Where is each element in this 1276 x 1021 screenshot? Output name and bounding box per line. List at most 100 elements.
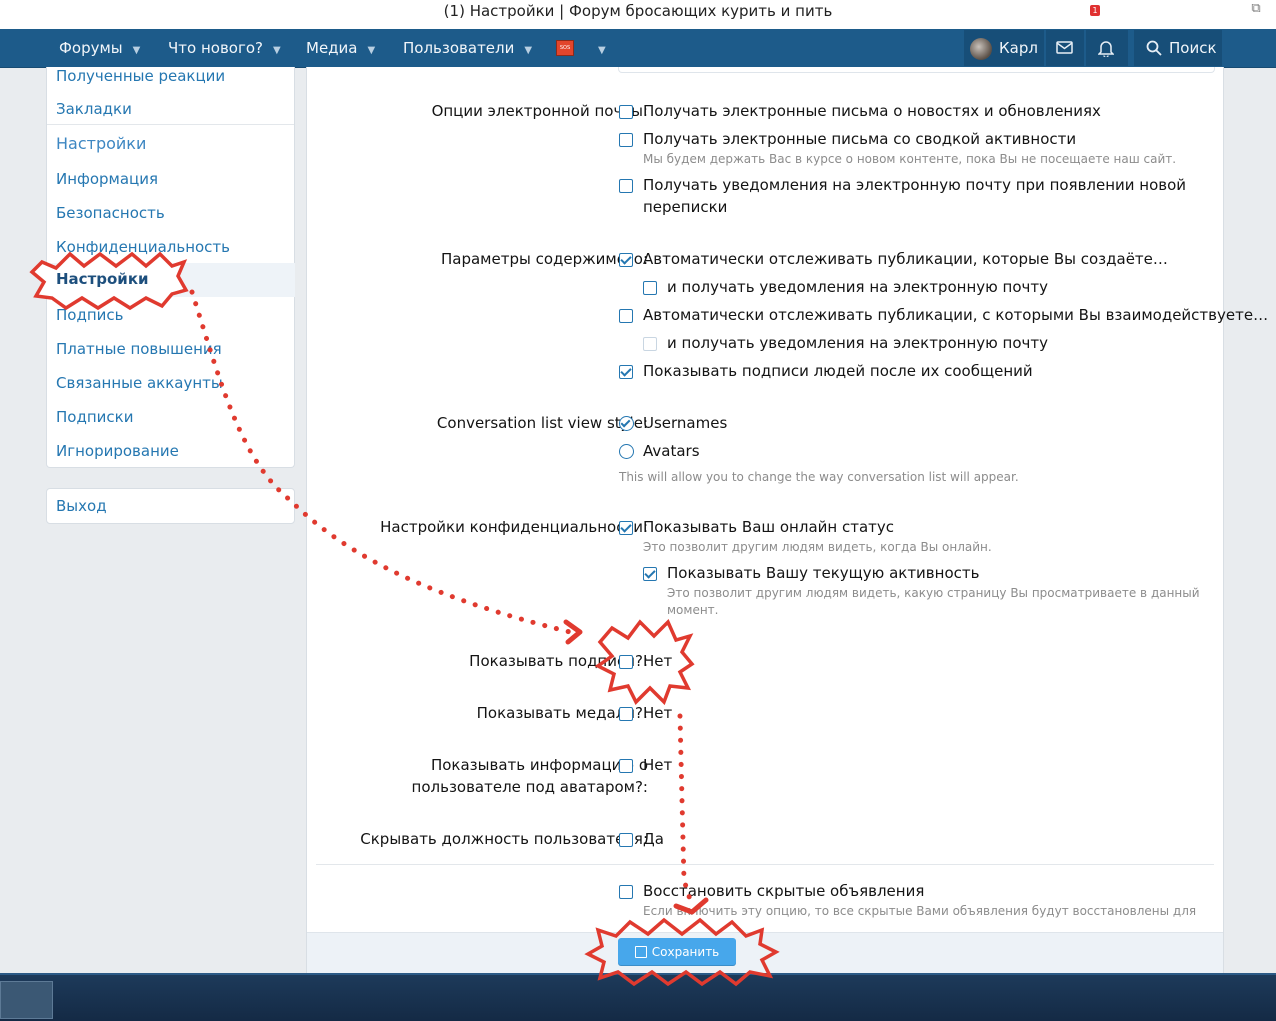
- nav-media-label: Медиа: [306, 39, 358, 57]
- search-icon: [1146, 40, 1162, 56]
- email-conversation-option-cont: переписки: [643, 198, 728, 216]
- logout-card: Выход: [46, 488, 295, 524]
- sos-flag-icon[interactable]: SOS: [556, 40, 574, 56]
- restore-notices-checkbox[interactable]: [619, 885, 633, 899]
- email-digest-checkbox[interactable]: [619, 133, 633, 147]
- watch-interacted-checkbox[interactable]: [619, 309, 633, 323]
- email-digest-option: Получать электронные письма со сводкой а…: [643, 130, 1077, 148]
- watch-created-email-option: и получать уведомления на электронную по…: [667, 278, 1048, 296]
- nav-whats-new-label: Что нового?: [168, 39, 263, 57]
- watch-created-email-checkbox[interactable]: [643, 281, 657, 295]
- nav-whats-new[interactable]: Что нового? ▼: [168, 29, 281, 67]
- current-activity-hint-cont: момент.: [667, 603, 719, 617]
- sidebar-item-bookmarks[interactable]: Закладки: [56, 100, 132, 118]
- email-news-option: Получать электронные письма о новостях и…: [643, 102, 1101, 120]
- form-divider: [316, 864, 1214, 865]
- privacy-settings-label: Настройки конфиденциальности:: [380, 518, 648, 536]
- user-info-label-cont: пользователе под аватаром?:: [411, 778, 648, 796]
- logout-link[interactable]: Выход: [56, 497, 107, 515]
- current-activity-hint: Это позволит другим людям видеть, какую …: [667, 586, 1200, 600]
- watch-created-option: Автоматически отслеживать публикации, ко…: [643, 250, 1168, 268]
- current-activity-option: Показывать Вашу текущую активность: [667, 564, 980, 582]
- chevron-down-icon[interactable]: ▼: [273, 32, 281, 70]
- save-button-label: Сохранить: [651, 945, 720, 959]
- sidebar-item-reactions[interactable]: Полученные реакции: [56, 67, 225, 85]
- show-signatures-checkbox[interactable]: [619, 655, 633, 669]
- alerts-button[interactable]: [1086, 30, 1128, 66]
- hide-user-title-label: Скрывать должность пользователя:: [360, 830, 648, 848]
- show-signatures-value: Нет: [643, 652, 673, 670]
- restore-window-icon[interactable]: ⧉: [1250, 2, 1262, 15]
- online-status-option: Показывать Ваш онлайн статус: [643, 518, 895, 536]
- online-status-hint: Это позволит другим людям видеть, когда …: [643, 540, 992, 554]
- conversation-style-label: Conversation list view style:: [436, 414, 648, 432]
- usernames-radio[interactable]: [619, 416, 634, 431]
- sidebar-item-privacy[interactable]: Конфиденциальность: [56, 238, 230, 256]
- email-options-label: Опции электронной почты:: [431, 102, 648, 120]
- sidebar-item-security[interactable]: Безопасность: [56, 204, 165, 222]
- chevron-down-icon[interactable]: ▼: [524, 32, 532, 70]
- sidebar-divider: [47, 124, 294, 125]
- show-signatures-after-option: Показывать подписи людей после их сообще…: [643, 362, 1033, 380]
- nav-members-label: Пользователи: [403, 39, 515, 57]
- watch-interacted-option: Автоматически отслеживать публикации, с …: [643, 306, 1269, 324]
- inbox-button[interactable]: [1046, 30, 1084, 66]
- nav-flag-dropdown[interactable]: ▼: [588, 29, 606, 67]
- window-titlebar: (1) Настройки | Форум бросающих курить и…: [0, 0, 1276, 29]
- taskbar-start-button[interactable]: [0, 981, 53, 1019]
- avatars-radio[interactable]: [619, 444, 634, 459]
- form-submit-row: [307, 932, 1223, 974]
- show-medals-checkbox[interactable]: [619, 707, 633, 721]
- sidebar-item-signature[interactable]: Подпись: [56, 306, 123, 324]
- restore-notices-option: Восстановить скрытые объявления: [643, 882, 925, 900]
- online-status-checkbox[interactable]: [619, 521, 633, 535]
- hide-user-title-checkbox[interactable]: [619, 833, 633, 847]
- hide-user-title-value: Да: [643, 830, 664, 848]
- nav-forums-label: Форумы: [59, 39, 123, 57]
- user-info-checkbox[interactable]: [619, 759, 633, 773]
- avatars-option: Avatars: [643, 442, 700, 460]
- save-button[interactable]: Сохранить: [618, 938, 736, 966]
- sidebar-item-info[interactable]: Информация: [56, 170, 158, 188]
- bell-icon: [1098, 41, 1114, 57]
- current-activity-checkbox[interactable]: [643, 567, 657, 581]
- watch-created-checkbox[interactable]: [619, 253, 633, 267]
- content-options-label: Параметры содержимого:: [440, 250, 648, 268]
- window-title: (1) Настройки | Форум бросающих курить и…: [443, 2, 833, 20]
- avatar: [970, 38, 992, 60]
- user-name: Карл: [999, 39, 1038, 57]
- search-label: Поиск: [1169, 39, 1217, 57]
- email-conversation-option: Получать уведомления на электронную почт…: [643, 176, 1187, 194]
- usernames-option: Usernames: [643, 414, 728, 432]
- alerts-badge: 1: [1090, 5, 1100, 16]
- user-menu[interactable]: Карл: [964, 30, 1044, 66]
- show-medals-value: Нет: [643, 704, 673, 722]
- chevron-down-icon[interactable]: ▼: [598, 32, 606, 70]
- conversation-style-hint: This will allow you to change the way co…: [619, 470, 1019, 484]
- nav-forums[interactable]: Форумы ▼: [59, 29, 140, 67]
- user-info-label: Показывать информацию о: [430, 756, 648, 774]
- restore-notices-hint: Если включить эту опцию, то все скрытые …: [643, 904, 1197, 918]
- previous-field-edge: [618, 67, 1215, 73]
- email-digest-hint: Мы будем держать Вас в курсе о новом кон…: [643, 152, 1177, 166]
- sidebar-item-following[interactable]: Подписки: [56, 408, 133, 426]
- nav-media[interactable]: Медиа ▼: [306, 29, 375, 67]
- watch-interacted-email-checkbox[interactable]: [643, 337, 657, 351]
- account-sidebar: Полученные реакции Закладки Настройки Ин…: [46, 67, 295, 468]
- email-news-checkbox[interactable]: [619, 105, 633, 119]
- main-navbar: Форумы ▼ Что нового? ▼ Медиа ▼ Пользователи…: [0, 29, 1276, 68]
- search-button[interactable]: Поиск: [1134, 30, 1222, 66]
- sidebar-item-connected-accounts[interactable]: Связанные аккаунты: [56, 374, 223, 392]
- save-icon: [634, 946, 647, 958]
- user-info-value: Нет: [643, 756, 673, 774]
- nav-members[interactable]: Пользователи ▼: [403, 29, 532, 67]
- envelope-icon: [1056, 41, 1073, 54]
- show-signatures-after-checkbox[interactable]: [619, 365, 633, 379]
- sidebar-item-ignoring[interactable]: Игнорирование: [56, 442, 179, 460]
- sidebar-heading-settings[interactable]: Настройки: [56, 134, 146, 153]
- annotation-highlight-label: Настройки: [56, 270, 149, 288]
- chevron-down-icon[interactable]: ▼: [133, 32, 141, 70]
- email-conversation-checkbox[interactable]: [619, 179, 633, 193]
- sidebar-item-upgrades[interactable]: Платные повышения: [56, 340, 222, 358]
- chevron-down-icon[interactable]: ▼: [367, 32, 375, 70]
